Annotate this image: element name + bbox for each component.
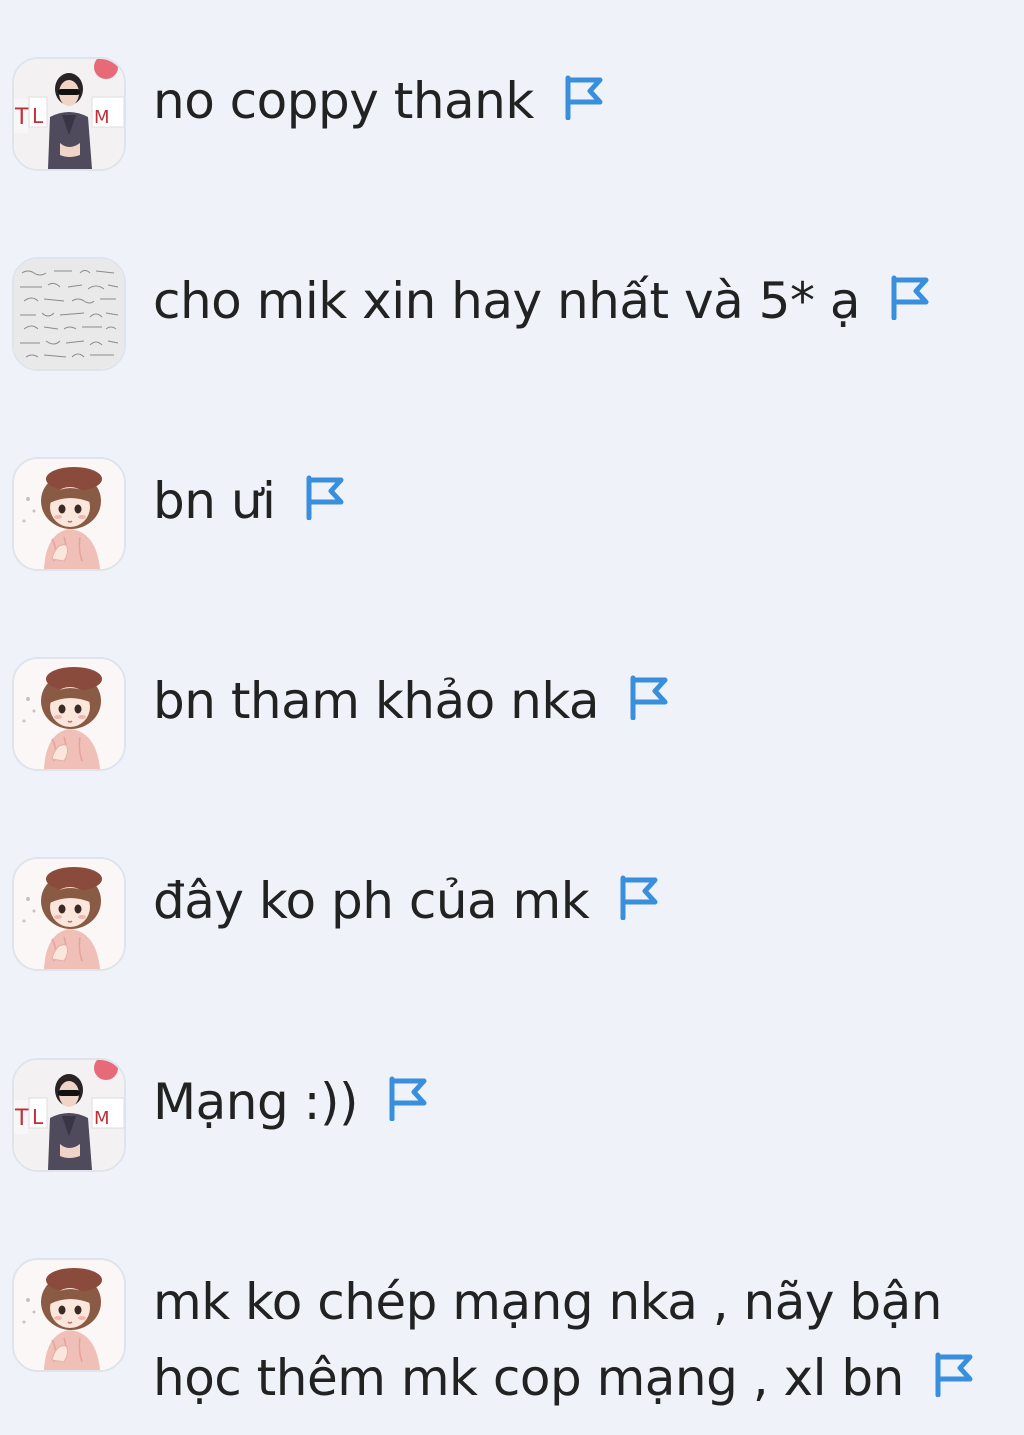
report-flag-icon[interactable]	[932, 1351, 974, 1397]
comment-text: no coppy thank	[153, 72, 534, 130]
report-flag-icon[interactable]	[303, 474, 345, 520]
report-flag-icon[interactable]	[386, 1075, 428, 1121]
math-notes-avatar-icon[interactable]	[12, 257, 126, 371]
comment-body: bn ưi	[153, 463, 984, 539]
comment-text: Mạng :))	[153, 1073, 358, 1131]
comment-text-line: học thêm mk cop mạng , xl bn	[153, 1349, 904, 1407]
anime-girl-avatar-icon[interactable]	[12, 657, 126, 771]
photo-avatar-icon[interactable]	[12, 1058, 126, 1172]
comment-text: đây ko ph của mk	[153, 872, 590, 930]
report-flag-icon[interactable]	[617, 874, 659, 920]
report-flag-icon[interactable]	[562, 74, 604, 120]
comment-body: cho mik xin hay nhất và 5* ạ	[153, 263, 984, 339]
comment-list: no coppy thank cho mik xin hay nhất và 5…	[0, 0, 1024, 1435]
photo-avatar-icon[interactable]	[12, 57, 126, 171]
anime-girl-avatar-icon[interactable]	[12, 1258, 126, 1372]
comment-body: Mạng :))	[153, 1064, 984, 1140]
comment-text: bn ưi	[153, 472, 276, 530]
comment-body: bn tham khảo nka	[153, 663, 984, 739]
anime-girl-avatar-icon[interactable]	[12, 857, 126, 971]
comment-body: mk ko chép mạng nka , nãy bận học thêm m…	[153, 1264, 984, 1416]
report-flag-icon[interactable]	[888, 274, 930, 320]
comment-body: đây ko ph của mk	[153, 863, 984, 939]
comment-text-line: mk ko chép mạng nka , nãy bận	[153, 1273, 942, 1331]
report-flag-icon[interactable]	[627, 674, 669, 720]
comment-text: bn tham khảo nka	[153, 672, 600, 730]
comment-body: no coppy thank	[153, 63, 984, 139]
comment-text: cho mik xin hay nhất và 5* ạ	[153, 272, 860, 330]
anime-girl-avatar-icon[interactable]	[12, 457, 126, 571]
